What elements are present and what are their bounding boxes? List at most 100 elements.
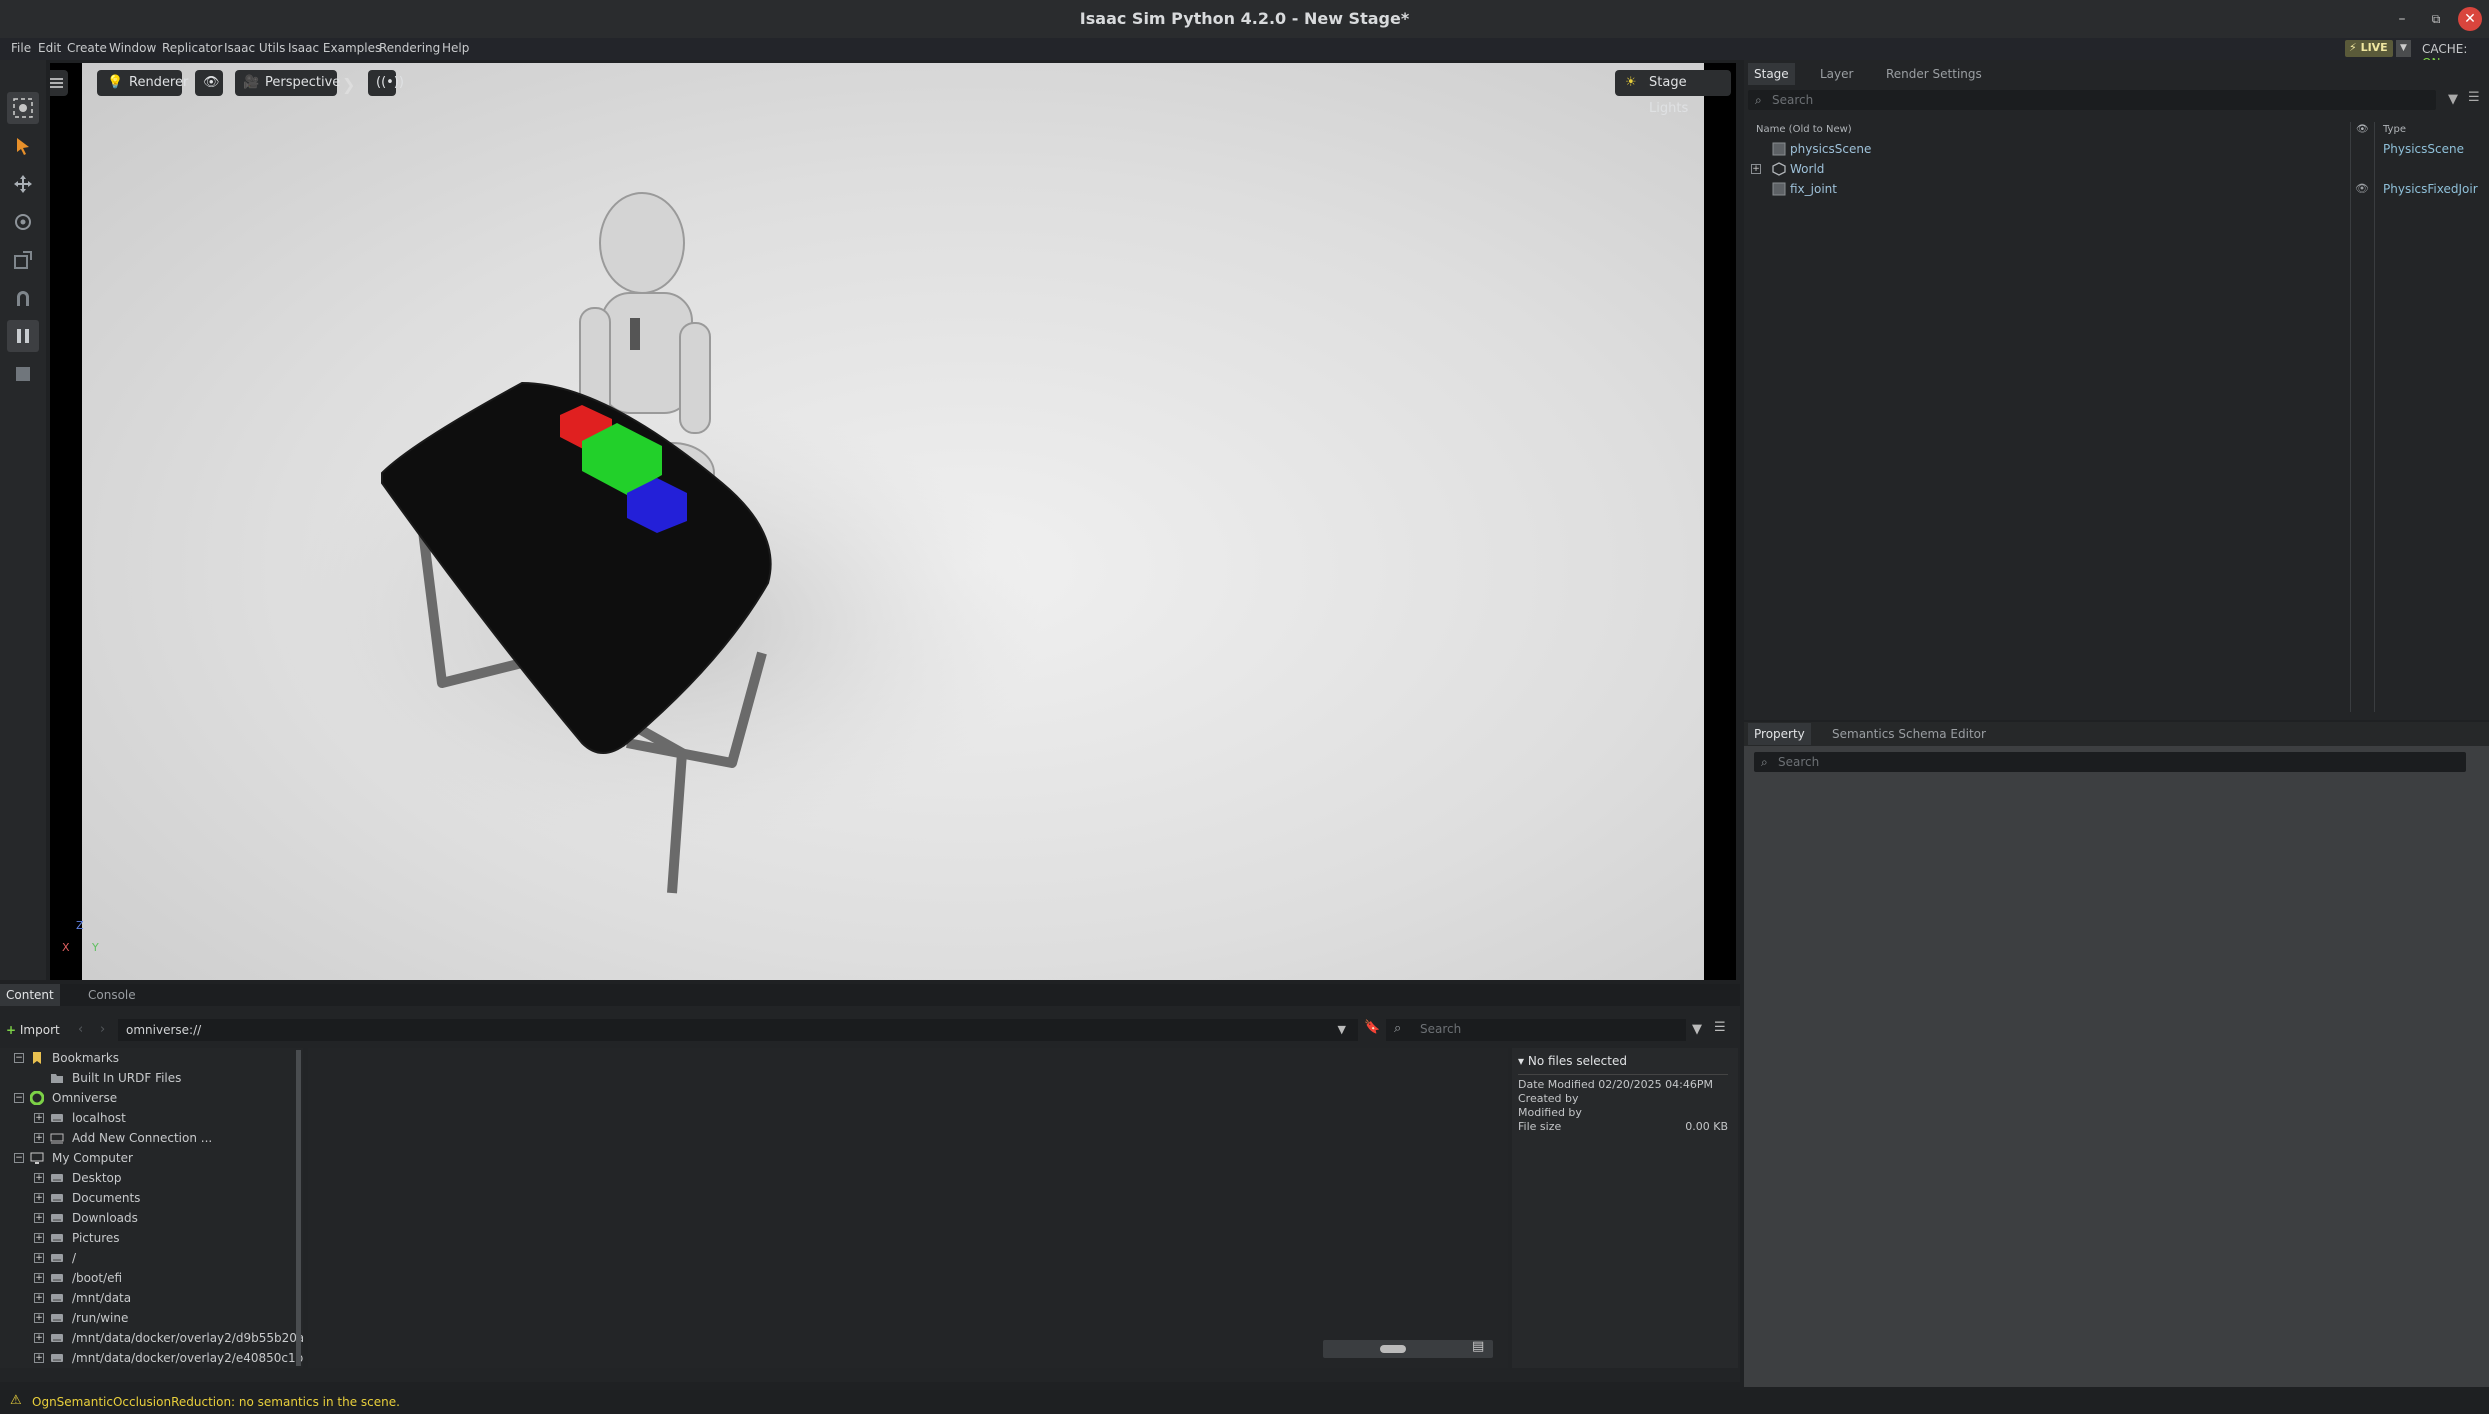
hamburger-menu-icon[interactable]: ☰	[1714, 1020, 1726, 1035]
live-badge[interactable]: ⚡ LIVE	[2345, 40, 2393, 57]
expand-icon[interactable]: +	[34, 1113, 44, 1123]
menu-replicator[interactable]: Replicator	[162, 41, 222, 55]
camera-button[interactable]: 🎥 Perspective	[235, 70, 340, 96]
file-grid[interactable]: ▤	[308, 1048, 1508, 1368]
scale-tool[interactable]	[7, 244, 39, 276]
expand-icon[interactable]: +	[34, 1173, 44, 1183]
collapse-icon[interactable]: −	[14, 1093, 24, 1103]
expand-icon[interactable]: +	[34, 1273, 44, 1283]
file-tree-row[interactable]: + Desktop	[34, 1168, 303, 1188]
close-button[interactable]: ✕	[2458, 7, 2482, 31]
menu-isaac-examples[interactable]: Isaac Examples	[288, 41, 381, 55]
snap-tool[interactable]	[7, 282, 39, 314]
back-arrow-icon[interactable]: ‹	[78, 1022, 83, 1037]
move-tool[interactable]	[7, 168, 39, 200]
file-tree-row[interactable]: + Downloads	[34, 1208, 303, 1228]
file-tree-row[interactable]: Built In URDF Files	[34, 1068, 303, 1088]
file-tree-row[interactable]: − Omniverse	[14, 1088, 294, 1108]
expand-plus-icon[interactable]: +	[1751, 164, 1761, 174]
tree-row-fix-joint[interactable]: fix_joint 👁 PhysicsFixedJoir	[1746, 179, 2487, 199]
tab-property[interactable]: Property	[1748, 723, 1811, 745]
live-dropdown-icon[interactable]: ▼	[2396, 40, 2411, 57]
viewport[interactable]: 💡 Renderer 👁 🎥 Perspective ❯ ((•)) ☀ Sta…	[50, 63, 1736, 980]
file-size-row: File size 0.00 KB	[1518, 1120, 1728, 1133]
tab-layer[interactable]: Layer	[1814, 63, 1859, 85]
forward-arrow-icon[interactable]: ›	[100, 1022, 105, 1037]
tree-row-physics-scene[interactable]: physicsScene PhysicsScene	[1746, 139, 2487, 159]
file-tree-row[interactable]: + Pictures	[34, 1228, 303, 1248]
expand-icon[interactable]: +	[34, 1313, 44, 1323]
tree-scrollbar[interactable]	[296, 1050, 301, 1366]
collapse-icon[interactable]: −	[14, 1053, 24, 1063]
hamburger-menu-icon[interactable]: ☰	[2468, 90, 2480, 105]
expand-chevron-icon[interactable]: ❯	[342, 75, 355, 94]
visibility-button[interactable]: 👁	[195, 70, 223, 96]
file-tree-row[interactable]: + /run/wine	[34, 1308, 303, 1328]
expand-icon[interactable]: +	[34, 1233, 44, 1243]
import-button[interactable]: + Import	[6, 1020, 60, 1040]
tree-row-world[interactable]: + World	[1746, 159, 2487, 179]
menu-file[interactable]: File	[11, 41, 31, 55]
file-tree-row[interactable]: + localhost	[34, 1108, 303, 1128]
expand-icon[interactable]: +	[34, 1193, 44, 1203]
visibility-eye-icon[interactable]: 👁	[2355, 179, 2369, 199]
file-tree-row[interactable]: + /mnt/data/docker/overlay2/e40850c1b2	[34, 1348, 303, 1368]
expand-icon[interactable]: +	[34, 1333, 44, 1343]
list-view-icon[interactable]: ▤	[1472, 1339, 1484, 1354]
menu-rendering[interactable]: Rendering	[379, 41, 440, 55]
select-tool[interactable]	[7, 130, 39, 162]
zoom-slider-handle[interactable]	[1380, 1345, 1406, 1353]
content-search-input[interactable]: ⌕ Search	[1386, 1019, 1686, 1041]
file-tree-row[interactable]: + /	[34, 1248, 303, 1268]
path-input[interactable]: omniverse:// ▼	[118, 1019, 1358, 1041]
rotate-tool[interactable]	[7, 206, 39, 238]
tab-content[interactable]: Content	[0, 984, 60, 1006]
filter-icon[interactable]: ▼	[1692, 1022, 1702, 1037]
col-name-header[interactable]: Name (Old to New)	[1756, 124, 1852, 135]
tab-console[interactable]: Console	[82, 984, 142, 1006]
file-tree-row[interactable]: + Documents	[34, 1188, 303, 1208]
stage-search-input[interactable]: ⌕ Search	[1748, 90, 2436, 110]
expand-icon[interactable]: +	[34, 1133, 44, 1143]
viewport-settings-button[interactable]	[50, 70, 68, 96]
file-tree-row[interactable]: + /boot/efi	[34, 1268, 303, 1288]
file-tree-row[interactable]: + /mnt/data	[34, 1288, 303, 1308]
collapse-icon[interactable]: −	[14, 1153, 24, 1163]
menu-isaac-utils[interactable]: Isaac Utils	[224, 41, 285, 55]
pause-button[interactable]	[7, 320, 39, 352]
bookmark-icon[interactable]: 🔖	[1364, 1020, 1380, 1035]
tab-render-settings[interactable]: Render Settings	[1880, 63, 1988, 85]
expand-icon[interactable]: +	[34, 1253, 44, 1263]
stage-search-placeholder: Search	[1772, 93, 1814, 107]
file-tree-row[interactable]: + Add New Connection ...	[34, 1128, 303, 1148]
menu-help[interactable]: Help	[442, 41, 469, 55]
property-panel: Property Semantics Schema Editor ⌕ Searc…	[1744, 722, 2489, 1387]
file-tree-row[interactable]: − Bookmarks	[14, 1048, 294, 1068]
stage-lights-label: Stage Lights	[1649, 75, 1689, 116]
col-type-header[interactable]: Type	[2383, 124, 2406, 135]
path-dropdown-icon[interactable]: ▼	[1338, 1019, 1346, 1041]
camera-select-tool[interactable]	[7, 92, 39, 124]
expand-icon[interactable]: +	[34, 1353, 44, 1363]
expand-icon[interactable]: +	[34, 1213, 44, 1223]
zoom-slider[interactable]	[1323, 1340, 1493, 1358]
menu-create[interactable]: Create	[67, 41, 107, 55]
menu-edit[interactable]: Edit	[38, 41, 61, 55]
file-tree-row[interactable]: − My Computer	[14, 1148, 294, 1168]
tab-semantics-schema-editor[interactable]: Semantics Schema Editor	[1826, 723, 1992, 745]
expand-icon[interactable]: +	[34, 1293, 44, 1303]
file-tree-row[interactable]: + /mnt/data/docker/overlay2/d9b55b20a2	[34, 1328, 303, 1348]
restore-button[interactable]: ⧉	[2424, 7, 2448, 31]
filter-icon[interactable]: ▼	[2448, 92, 2458, 107]
stage-lights-button[interactable]: ☀ Stage Lights	[1615, 70, 1731, 116]
minimize-button[interactable]: –	[2390, 7, 2414, 31]
renderer-button[interactable]: 💡 Renderer	[97, 70, 188, 96]
stop-button[interactable]	[7, 358, 39, 390]
viewport-scene[interactable]	[82, 63, 1704, 980]
menu-window[interactable]: Window	[109, 41, 156, 55]
date-modified-row: Date Modified 02/20/2025 04:46PM	[1518, 1078, 1728, 1091]
tab-stage[interactable]: Stage	[1748, 63, 1795, 85]
search-icon: ⌕	[1761, 755, 1768, 769]
property-search-input[interactable]: ⌕ Search	[1754, 752, 2466, 772]
sensor-button[interactable]: ((•))	[368, 70, 404, 96]
